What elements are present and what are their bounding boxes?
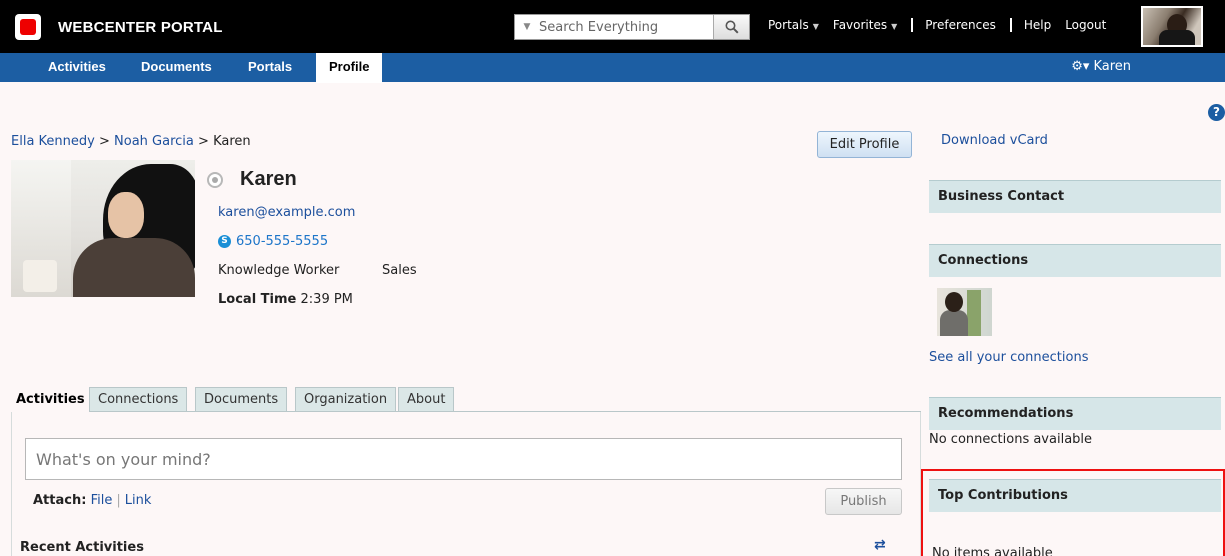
tab-connections[interactable]: Connections xyxy=(89,387,188,412)
portals-menu-label: Portals xyxy=(768,18,809,32)
profile-phone: 650-555-5555 xyxy=(236,234,329,249)
highlight-box xyxy=(921,469,1225,556)
portals-menu[interactable]: Portals ▼ xyxy=(768,18,819,32)
local-time-value: 2:39 PM xyxy=(300,292,353,307)
connections-header[interactable]: Connections xyxy=(929,244,1221,277)
profile-email-link[interactable]: karen@example.com xyxy=(218,205,355,220)
breadcrumb-link[interactable]: Noah Garcia xyxy=(114,134,194,149)
attach-label: Attach: xyxy=(33,493,87,508)
search-icon xyxy=(725,20,739,34)
brand-logo[interactable]: WEBCENTER PORTAL xyxy=(15,14,223,40)
breadcrumb-separator: > xyxy=(198,134,209,149)
help-link[interactable]: Help xyxy=(1024,18,1051,32)
local-time-label: Local Time xyxy=(218,292,297,307)
breadcrumb: Ella Kennedy > Noah Garcia > Karen xyxy=(11,134,251,149)
status-update-box xyxy=(25,438,902,480)
see-all-connections-link[interactable]: See all your connections xyxy=(929,350,1088,365)
tab-organization[interactable]: Organization xyxy=(295,387,397,412)
breadcrumb-link[interactable]: Ella Kennedy xyxy=(11,134,95,149)
breadcrumb-separator: > xyxy=(98,134,110,149)
profile-photo xyxy=(11,160,195,297)
favorites-menu-label: Favorites xyxy=(832,18,888,32)
tab-about[interactable]: About xyxy=(398,387,455,412)
search-button[interactable] xyxy=(713,15,749,39)
webcenter-logo-icon xyxy=(15,14,41,40)
profile-local-time: Local Time 2:39 PM xyxy=(218,292,353,307)
tab-activities[interactable]: Activities xyxy=(11,387,90,412)
user-menu[interactable]: ⚙▾ Karen xyxy=(1071,53,1131,80)
search-scope-dropdown-icon[interactable]: ▼ xyxy=(515,15,539,39)
presence-status-icon xyxy=(207,172,223,188)
recommendations-header[interactable]: Recommendations xyxy=(929,397,1221,430)
favorites-menu[interactable]: Favorites ▼ xyxy=(833,18,897,32)
divider: | xyxy=(116,493,121,508)
logout-link[interactable]: Logout xyxy=(1065,18,1106,32)
divider xyxy=(1009,18,1012,32)
global-search: ▼ xyxy=(514,14,750,40)
nav-tab-activities[interactable]: Activities xyxy=(48,53,106,82)
refresh-icon[interactable]: ⇄ xyxy=(874,537,886,553)
status-update-input[interactable] xyxy=(26,439,901,479)
profile-name: Karen xyxy=(240,168,297,190)
connection-avatar[interactable] xyxy=(937,288,992,336)
edit-profile-button[interactable]: Edit Profile xyxy=(817,131,912,158)
download-vcard-link[interactable]: Download vCard xyxy=(941,133,1048,148)
activities-panel xyxy=(11,412,921,556)
brand-title: WEBCENTER PORTAL xyxy=(58,18,223,36)
help-icon[interactable]: ? xyxy=(1208,104,1225,121)
tab-documents[interactable]: Documents xyxy=(195,387,288,412)
user-avatar[interactable] xyxy=(1141,6,1203,47)
search-input[interactable] xyxy=(539,15,713,39)
business-contact-header[interactable]: Business Contact xyxy=(929,180,1221,213)
skype-icon: S xyxy=(218,235,231,248)
profile-job-title: Knowledge Worker xyxy=(218,263,340,278)
gear-icon: ⚙▾ xyxy=(1071,59,1090,74)
profile-tabs: Activities Connections Documents Organiz… xyxy=(11,387,921,412)
preferences-link[interactable]: Preferences xyxy=(925,18,996,32)
main-navigation: Activities Documents Portals Profile ⚙▾ … xyxy=(0,53,1225,83)
nav-tab-documents[interactable]: Documents xyxy=(141,53,212,82)
no-connections-text: No connections available xyxy=(929,432,1093,447)
profile-phone-link[interactable]: S 650-555-5555 xyxy=(218,234,328,249)
recent-activities-heading: Recent Activities xyxy=(20,540,144,555)
divider xyxy=(911,18,914,32)
attach-row: Attach: File | Link xyxy=(33,493,151,508)
chevron-down-icon: ▼ xyxy=(812,22,819,31)
nav-tab-portals[interactable]: Portals xyxy=(248,53,292,82)
user-menu-label: Karen xyxy=(1093,59,1131,74)
profile-department: Sales xyxy=(382,263,417,278)
top-header-bar: WEBCENTER PORTAL ▼ Portals▼ Favorites▼ P… xyxy=(0,0,1225,53)
attach-file-link[interactable]: File xyxy=(91,493,113,508)
nav-tab-profile[interactable]: Profile xyxy=(316,53,383,83)
breadcrumb-current: Karen xyxy=(213,134,251,149)
global-links: Portals ▼ Favorites ▼ Preferences Help Log… xyxy=(768,18,1120,32)
attach-link-link[interactable]: Link xyxy=(125,493,152,508)
chevron-down-icon: ▼ xyxy=(891,22,898,31)
publish-button[interactable]: Publish xyxy=(825,488,902,515)
